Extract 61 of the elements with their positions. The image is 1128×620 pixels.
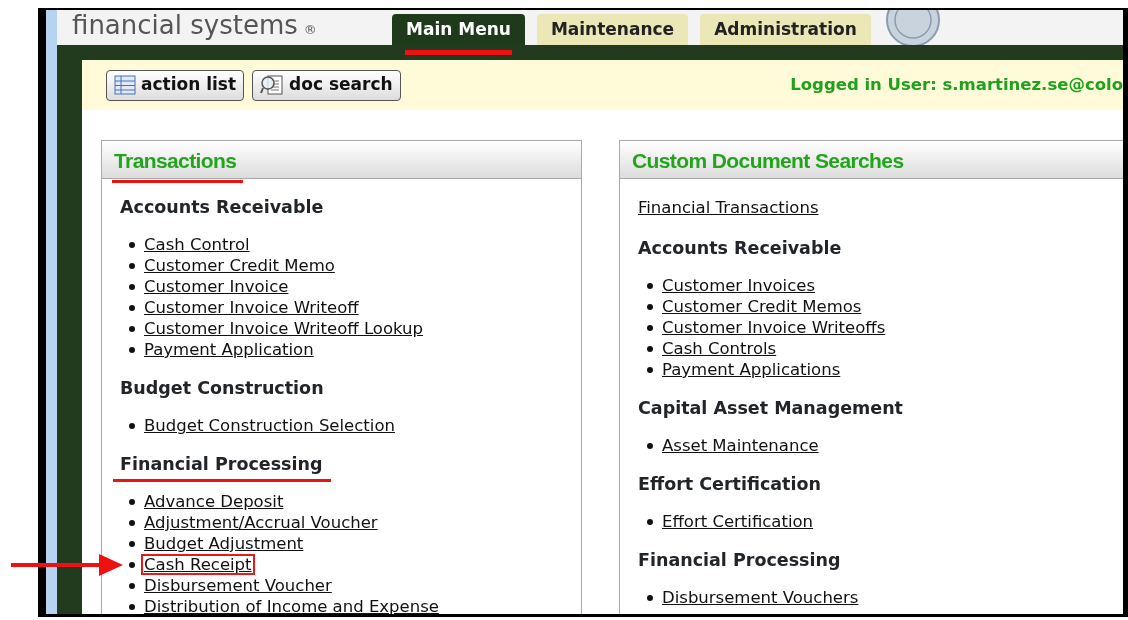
bullet-icon xyxy=(647,442,653,449)
menu-link[interactable]: Payment Applications xyxy=(659,359,844,380)
menu-link[interactable]: Effort Certification xyxy=(659,511,817,532)
bullet-icon xyxy=(129,283,135,290)
bullet-icon xyxy=(129,540,135,547)
menu-link[interactable]: Asset Maintenance xyxy=(659,435,822,456)
bullet-icon xyxy=(129,561,135,568)
bullet-icon xyxy=(129,325,135,332)
menu-link[interactable]: Cash Receipt xyxy=(141,554,255,575)
bullet-icon xyxy=(647,303,653,310)
menu-link[interactable]: Adjustment/Accrual Voucher xyxy=(141,512,381,533)
menu-link[interactable]: Customer Invoice Writeoffs xyxy=(659,317,889,338)
panel-title: Transactions xyxy=(112,142,244,183)
menu-link[interactable]: Advance Deposit xyxy=(141,491,287,512)
menu-link[interactable]: Budget Adjustment xyxy=(141,533,307,554)
section-heading: Financial Processing xyxy=(637,549,842,572)
bullet-icon xyxy=(129,422,135,429)
bullet-icon xyxy=(129,603,135,610)
menu-link[interactable]: Customer Credit Memos xyxy=(659,296,865,317)
menu-link[interactable]: Customer Invoice xyxy=(141,276,292,297)
menu-link[interactable]: Disbursement Vouchers xyxy=(659,587,862,608)
toolbar-button[interactable]: action list xyxy=(106,69,245,101)
section-heading: Financial Processing xyxy=(113,453,331,482)
section-heading: Budget Construction xyxy=(119,377,325,400)
menu-link[interactable]: Budget Construction Selection xyxy=(141,415,398,436)
bullet-icon xyxy=(129,262,135,269)
menu-tab[interactable]: Administration xyxy=(700,14,871,45)
document-search-link[interactable]: Financial Transactions xyxy=(638,199,819,216)
table-icon xyxy=(114,75,136,95)
logged-in-user: Logged in User: s.martinez.se@colo xyxy=(790,73,1123,96)
menu-link[interactable]: Disbursement Voucher xyxy=(141,575,335,596)
section-heading: Capital Asset Management xyxy=(637,397,904,420)
section-heading: Accounts Receivable xyxy=(637,237,843,260)
bullet-icon xyxy=(647,345,653,352)
menu-link[interactable]: Payment Application xyxy=(141,339,317,360)
registered-mark: ® xyxy=(303,23,317,37)
section-heading: Accounts Receivable xyxy=(119,196,325,219)
menu-link[interactable]: Customer Invoice Writeoff Lookup xyxy=(141,318,426,339)
bullet-icon xyxy=(129,241,135,248)
bullet-icon xyxy=(129,304,135,311)
menu-tab[interactable]: Main Menu xyxy=(392,14,525,55)
menu-link[interactable]: Customer Invoices xyxy=(659,275,818,296)
menu-link[interactable]: Cash Controls xyxy=(659,338,780,359)
bullet-icon xyxy=(647,594,653,601)
bullet-icon xyxy=(129,519,135,526)
toolbar-button[interactable]: doc search xyxy=(252,69,401,101)
menu-tab[interactable]: Maintenance xyxy=(536,14,689,45)
bullet-icon xyxy=(647,518,653,525)
bullet-icon xyxy=(129,582,135,589)
bullet-icon xyxy=(129,498,135,505)
bullet-icon xyxy=(647,324,653,331)
panel-title: Custom Document Searches xyxy=(631,148,905,174)
bullet-icon xyxy=(129,346,135,353)
section-heading: Effort Certification xyxy=(637,473,822,496)
bullet-icon xyxy=(647,366,653,373)
logo-text: financial systems xyxy=(72,10,298,40)
bullet-icon xyxy=(647,282,653,289)
document-search-icon xyxy=(260,74,285,96)
menu-link[interactable]: Cash Control xyxy=(141,234,253,255)
menu-link[interactable]: Customer Credit Memo xyxy=(141,255,338,276)
menu-link[interactable]: Customer Invoice Writeoff xyxy=(141,297,362,318)
